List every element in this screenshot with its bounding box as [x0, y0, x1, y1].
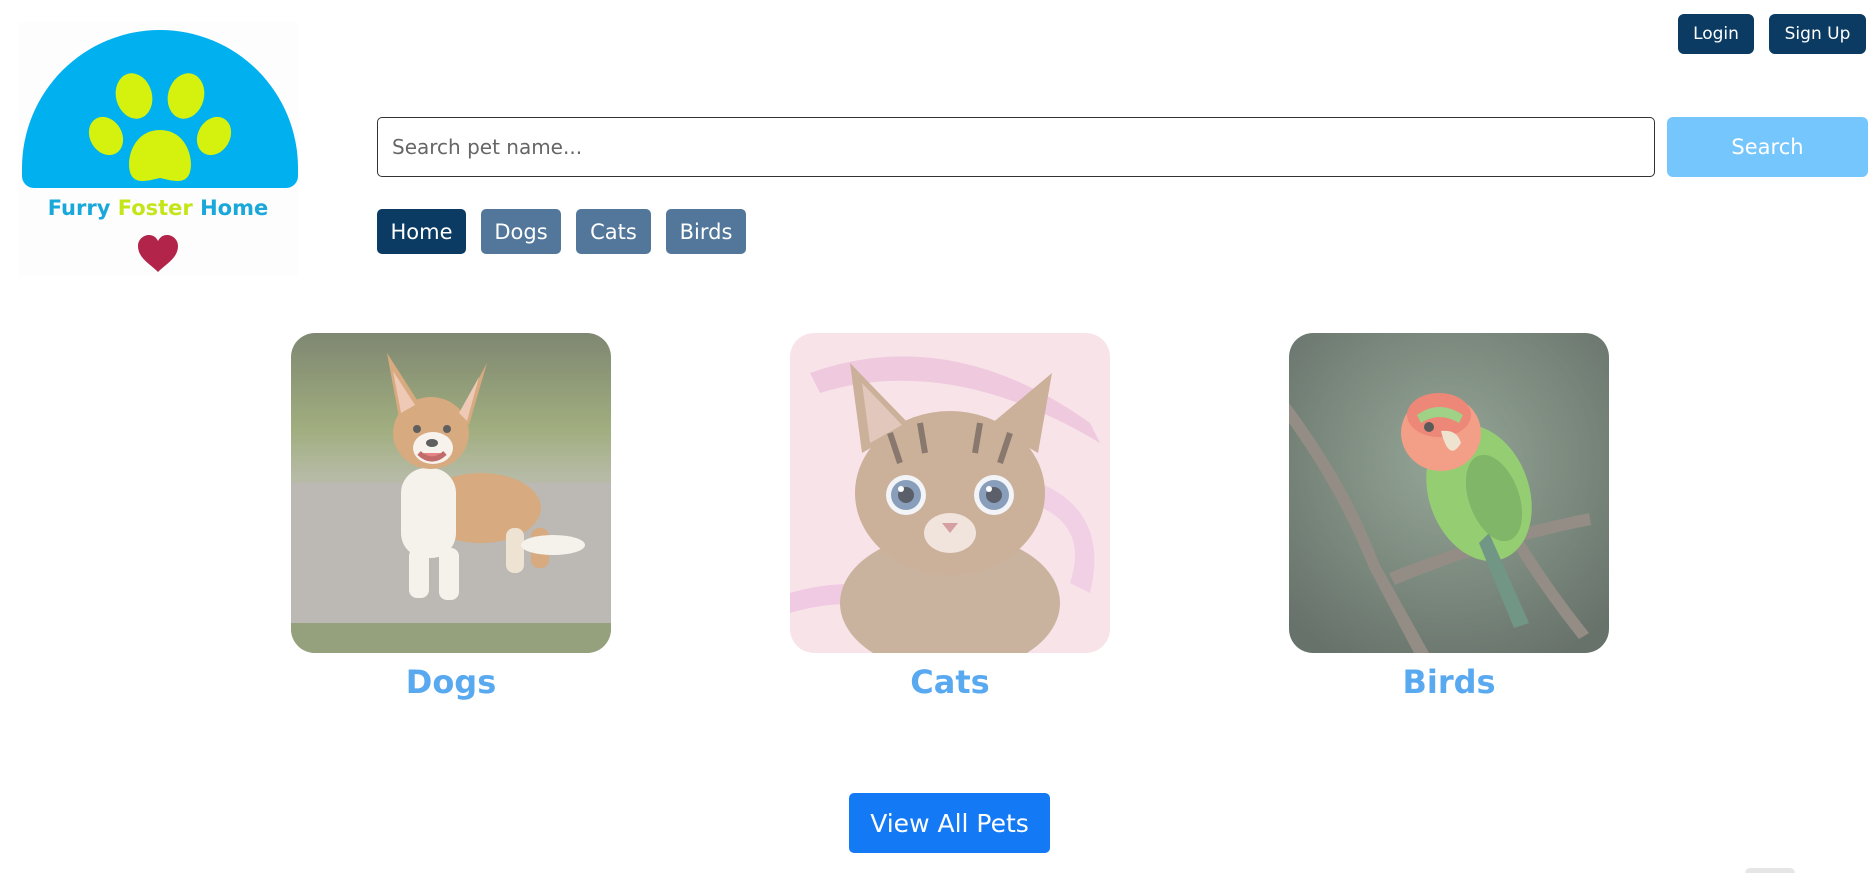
- view-all-pets-button[interactable]: View All Pets: [849, 793, 1050, 853]
- corgi-photo[interactable]: [291, 333, 611, 653]
- category-label-dogs[interactable]: Dogs: [291, 663, 611, 701]
- kitten-photo[interactable]: [790, 333, 1110, 653]
- logo-dome: [22, 30, 298, 188]
- category-label-cats[interactable]: Cats: [790, 663, 1110, 701]
- search-input[interactable]: [377, 117, 1655, 177]
- logo-word-home: Home: [200, 196, 269, 220]
- logo-word-foster: Foster: [117, 196, 193, 220]
- heart-icon: [138, 235, 178, 272]
- nav-tab-home[interactable]: Home: [377, 209, 466, 254]
- search-button[interactable]: Search: [1667, 117, 1868, 177]
- lovebird-photo[interactable]: [1289, 333, 1609, 653]
- nav-tab-birds[interactable]: Birds: [666, 209, 746, 254]
- category-card-dogs[interactable]: Dogs: [291, 333, 611, 701]
- nav-tab-dogs[interactable]: Dogs: [481, 209, 561, 254]
- site-logo[interactable]: Furry Foster Home: [18, 22, 298, 276]
- category-card-birds[interactable]: Birds: [1289, 333, 1609, 701]
- category-card-cats[interactable]: Cats: [790, 333, 1110, 701]
- logo-word-furry: Furry: [47, 196, 111, 220]
- sign-up-button[interactable]: Sign Up: [1769, 14, 1866, 54]
- scroll-to-top-handle[interactable]: [1745, 868, 1795, 873]
- login-button[interactable]: Login: [1678, 14, 1754, 54]
- category-label-birds[interactable]: Birds: [1289, 663, 1609, 701]
- logo-text: Furry Foster Home: [18, 196, 298, 220]
- paw-icon: [88, 73, 232, 181]
- nav-tab-cats[interactable]: Cats: [576, 209, 651, 254]
